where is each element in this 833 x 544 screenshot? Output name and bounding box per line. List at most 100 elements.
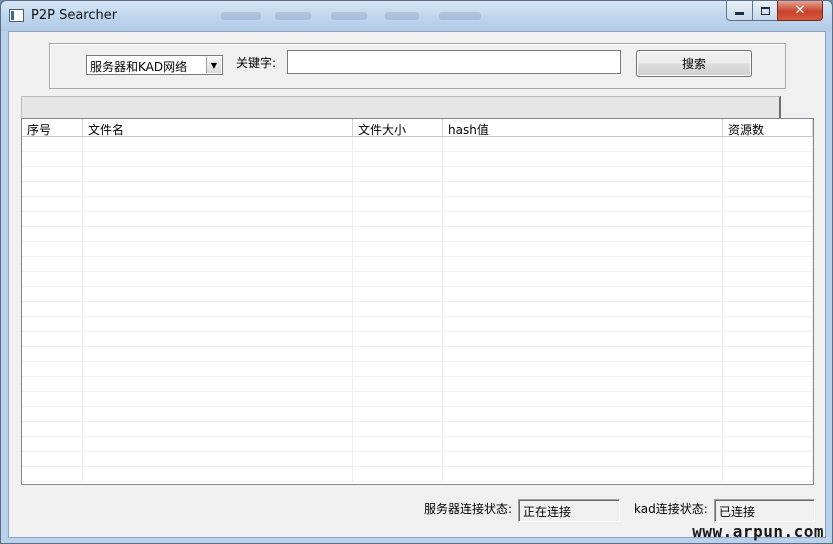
table-row[interactable] xyxy=(22,377,813,392)
table-cell xyxy=(723,167,813,182)
table-cell xyxy=(723,137,813,152)
table-row[interactable] xyxy=(22,272,813,287)
table-cell xyxy=(353,182,443,197)
table-cell xyxy=(83,212,353,227)
table-row[interactable] xyxy=(22,227,813,242)
table-cell xyxy=(443,152,723,167)
table-cell xyxy=(443,287,723,302)
watermark: www.arpun.com xyxy=(692,522,824,541)
table-cell xyxy=(353,287,443,302)
minimize-button[interactable] xyxy=(726,1,753,21)
column-header[interactable]: 文件名 xyxy=(83,119,353,136)
table-row[interactable] xyxy=(22,332,813,347)
table-row[interactable] xyxy=(22,422,813,437)
table-row[interactable] xyxy=(22,437,813,452)
table-row[interactable] xyxy=(22,362,813,377)
network-select-value: 服务器和KAD网络 xyxy=(90,60,188,74)
table-cell xyxy=(83,452,353,467)
window-title: P2P Searcher xyxy=(31,8,118,23)
table-cell xyxy=(353,362,443,377)
table-cell xyxy=(22,407,83,422)
results-body[interactable] xyxy=(22,137,813,484)
chevron-down-icon[interactable]: ▼ xyxy=(206,57,221,73)
table-cell xyxy=(723,452,813,467)
table-cell xyxy=(83,287,353,302)
table-cell xyxy=(83,167,353,182)
table-row[interactable] xyxy=(22,347,813,362)
table-cell xyxy=(83,422,353,437)
client-area: 服务器和KAD网络 ▼ 关键字: 搜索 序号 文件名 文件大小 hash值 资源数 服务… xyxy=(8,31,826,538)
server-status-label: 服务器连接状态: xyxy=(424,502,513,516)
close-button[interactable]: ✕ xyxy=(777,1,823,21)
table-cell xyxy=(83,467,353,482)
table-cell xyxy=(723,197,813,212)
column-header[interactable]: 文件大小 xyxy=(353,119,443,136)
table-row[interactable] xyxy=(22,287,813,302)
table-cell xyxy=(353,197,443,212)
maximize-button[interactable] xyxy=(752,1,778,21)
table-cell xyxy=(83,347,353,362)
table-cell xyxy=(22,422,83,437)
table-cell xyxy=(353,152,443,167)
table-cell xyxy=(22,437,83,452)
table-cell xyxy=(443,242,723,257)
table-cell xyxy=(723,422,813,437)
keyword-input[interactable] xyxy=(287,50,621,74)
search-progress-bar xyxy=(21,96,781,118)
table-cell xyxy=(723,212,813,227)
column-header[interactable]: 资源数 xyxy=(723,119,813,136)
table-cell xyxy=(83,437,353,452)
table-row[interactable] xyxy=(22,257,813,272)
table-row[interactable] xyxy=(22,137,813,152)
table-row[interactable] xyxy=(22,152,813,167)
background-menu-ghost xyxy=(221,12,261,20)
table-cell xyxy=(83,152,353,167)
table-cell xyxy=(22,347,83,362)
table-cell xyxy=(723,287,813,302)
results-list[interactable]: 序号 文件名 文件大小 hash值 资源数 xyxy=(21,118,814,485)
table-cell xyxy=(83,257,353,272)
table-row[interactable] xyxy=(22,467,813,482)
table-cell xyxy=(353,392,443,407)
table-row[interactable] xyxy=(22,392,813,407)
background-menu-ghost xyxy=(439,12,481,20)
table-row[interactable] xyxy=(22,167,813,182)
table-cell xyxy=(22,392,83,407)
table-row[interactable] xyxy=(22,182,813,197)
table-row[interactable] xyxy=(22,407,813,422)
table-cell xyxy=(443,422,723,437)
table-cell xyxy=(353,227,443,242)
table-cell xyxy=(83,227,353,242)
table-cell xyxy=(443,407,723,422)
table-cell xyxy=(443,437,723,452)
table-cell xyxy=(353,137,443,152)
table-cell xyxy=(83,362,353,377)
table-cell xyxy=(83,377,353,392)
table-row[interactable] xyxy=(22,452,813,467)
table-cell xyxy=(443,392,723,407)
table-cell xyxy=(723,182,813,197)
table-cell xyxy=(22,257,83,272)
table-cell xyxy=(83,242,353,257)
table-row[interactable] xyxy=(22,317,813,332)
table-row[interactable] xyxy=(22,212,813,227)
table-cell xyxy=(22,377,83,392)
table-cell xyxy=(723,227,813,242)
column-header[interactable]: hash值 xyxy=(443,119,723,136)
table-cell xyxy=(353,212,443,227)
table-cell xyxy=(443,272,723,287)
table-row[interactable] xyxy=(22,242,813,257)
background-menu-ghost xyxy=(385,12,419,20)
table-row[interactable] xyxy=(22,302,813,317)
table-cell xyxy=(353,257,443,272)
table-row[interactable] xyxy=(22,197,813,212)
table-cell xyxy=(353,452,443,467)
title-bar[interactable]: P2P Searcher ✕ xyxy=(1,1,832,31)
search-button[interactable]: 搜索 xyxy=(636,50,752,77)
background-menu-ghost xyxy=(275,12,311,20)
table-cell xyxy=(443,452,723,467)
table-cell xyxy=(723,302,813,317)
network-select[interactable]: 服务器和KAD网络 ▼ xyxy=(86,55,223,75)
column-header[interactable]: 序号 xyxy=(22,119,83,136)
table-cell xyxy=(723,272,813,287)
